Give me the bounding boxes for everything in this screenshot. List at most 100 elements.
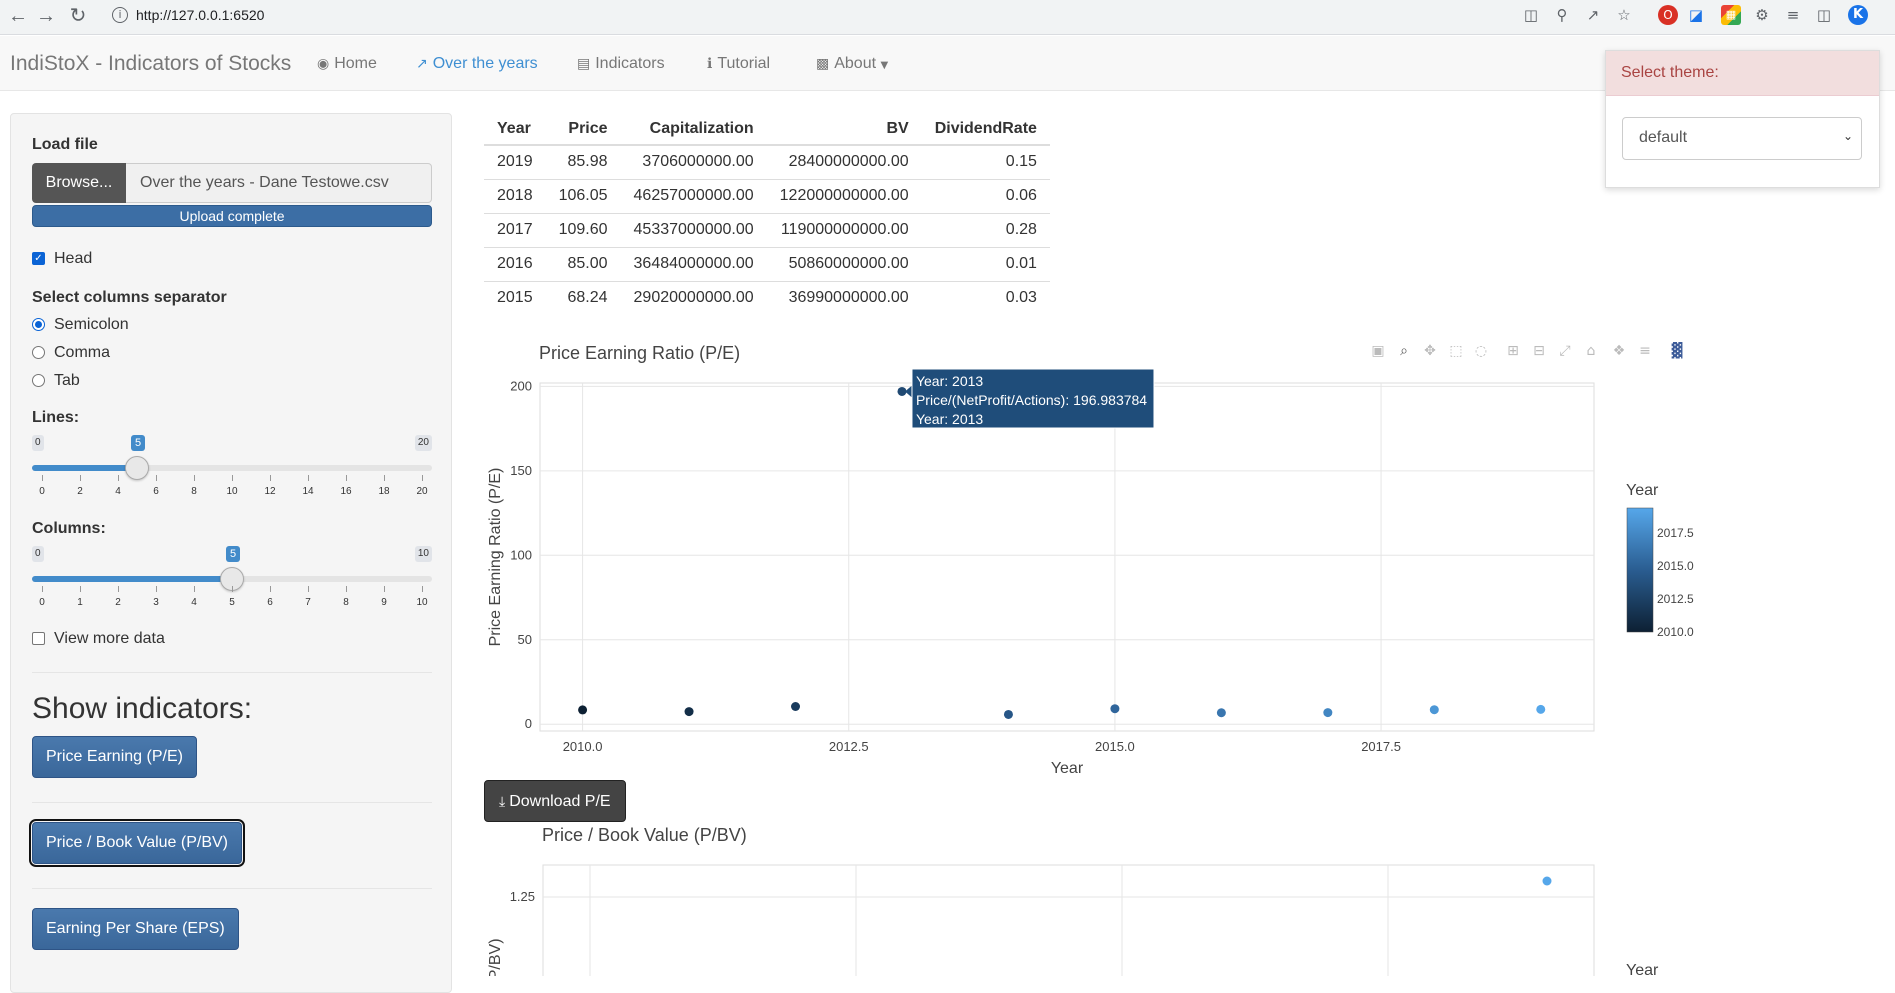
back-icon[interactable]: ←: [4, 2, 32, 30]
lines-slider-tick: [118, 475, 119, 481]
y-tick-label: 50: [518, 632, 532, 647]
theme-select-value: default: [1639, 129, 1688, 146]
price-earning-button[interactable]: Price Earning (P/E): [32, 736, 197, 778]
columns-slider-tick: [42, 586, 43, 592]
zoom-in-icon[interactable]: ⊞: [1503, 343, 1523, 359]
data-point: [1536, 704, 1546, 714]
table-cell: 68.24: [545, 280, 621, 315]
column-header[interactable]: Year: [484, 113, 546, 146]
column-header[interactable]: BV: [766, 113, 922, 146]
columns-slider[interactable]: 0 10 5 0 1 2 3 4 5 6 7 8 9 10: [32, 546, 432, 608]
nav-indicators[interactable]: ▤ Indicators: [577, 55, 665, 73]
column-header[interactable]: Capitalization: [620, 113, 767, 146]
head-checkbox[interactable]: ✓: [32, 252, 45, 265]
download-pe-button[interactable]: ⤓ Download P/E: [484, 780, 626, 822]
spike-lines-icon[interactable]: ❖: [1609, 343, 1629, 359]
nav-home[interactable]: ◉ Home: [317, 55, 377, 73]
columns-slider-max: 10: [414, 546, 432, 562]
autoscale-icon[interactable]: ⤢: [1555, 343, 1575, 359]
profile-avatar[interactable]: K: [1848, 5, 1868, 25]
nav-home-label: Home: [334, 55, 377, 72]
nav-over-the-years[interactable]: ↗ Over the years: [416, 55, 538, 73]
lines-slider-tick-label: 20: [416, 486, 428, 497]
lines-slider-value: 5: [131, 435, 146, 451]
app-brand[interactable]: IndiStoX - Indicators of Stocks: [10, 52, 291, 76]
earning-per-share-button[interactable]: Earning Per Share (EPS): [32, 908, 239, 950]
nav-tutorial[interactable]: ℹ Tutorial: [707, 55, 770, 73]
address-bar[interactable]: i http://127.0.0.1:6520: [100, 2, 1510, 30]
data-point: [1323, 708, 1333, 718]
translate-icon[interactable]: ◫: [1521, 5, 1541, 25]
caret-down-icon: ▼: [880, 60, 889, 71]
puzzle-extensions-icon[interactable]: ⚙: [1752, 5, 1772, 25]
head-label: Head: [54, 250, 93, 267]
columns-slider-tick: [270, 586, 271, 592]
lines-slider-tick-label: 2: [77, 486, 83, 497]
columns-slider-tick-label: 2: [115, 597, 121, 608]
table-cell: 2016: [484, 246, 546, 281]
columns-slider-tick-label: 3: [153, 597, 159, 608]
lines-slider-tick: [308, 475, 309, 481]
compare-hover-icon[interactable]: ≡: [1635, 343, 1655, 359]
lines-slider-tick: [80, 475, 81, 481]
lasso-icon[interactable]: ◌: [1471, 343, 1491, 359]
reset-axes-icon[interactable]: ⌂: [1581, 343, 1601, 359]
lines-slider-tick: [346, 475, 347, 481]
info-icon: ℹ: [707, 56, 713, 72]
hover-tooltip: [911, 368, 1155, 429]
tooltip-line: Year: 2013: [916, 373, 983, 389]
x-tick-label: 2012.5: [829, 739, 869, 754]
radio-comma[interactable]: [32, 346, 45, 359]
camera-icon[interactable]: ▣: [1368, 343, 1388, 359]
lines-slider-handle[interactable]: [125, 456, 149, 480]
share-icon[interactable]: ↗: [1583, 5, 1603, 25]
opera-extension-icon[interactable]: O: [1658, 5, 1678, 25]
site-info-icon[interactable]: i: [112, 7, 128, 23]
lines-slider-tick: [42, 475, 43, 481]
box-select-icon[interactable]: ⬚: [1446, 343, 1466, 359]
lines-slider-tick-label: 6: [153, 486, 159, 497]
radio-tab[interactable]: [32, 374, 45, 387]
id-card-icon: ▩: [816, 56, 830, 72]
translator-extension-icon[interactable]: ◪: [1686, 5, 1706, 25]
columns-slider-tick: [118, 586, 119, 592]
lines-slider[interactable]: 0 20 5 0 2 4 6 8 10 12 14 16 18 20: [32, 435, 432, 497]
column-header[interactable]: Price: [545, 113, 621, 146]
colorbar-tick-label: 2012.5: [1657, 592, 1694, 606]
side-panel-icon[interactable]: ◫: [1814, 5, 1834, 25]
lines-slider-tick-label: 10: [226, 486, 238, 497]
plotly-logo-icon[interactable]: ▓: [1667, 343, 1687, 359]
nav-about[interactable]: ▩ About ▼: [816, 55, 893, 73]
reload-icon[interactable]: ↻: [64, 2, 92, 30]
zoom-out-icon[interactable]: ⊟: [1529, 343, 1549, 359]
data-point: [791, 702, 801, 712]
browse-button[interactable]: Browse...: [32, 163, 126, 203]
table-cell: 0.28: [921, 212, 1050, 247]
bookmark-star-icon[interactable]: ☆: [1614, 5, 1634, 25]
radio-semicolon[interactable]: [32, 318, 45, 331]
column-header[interactable]: DividendRate: [921, 113, 1050, 146]
file-name-field[interactable]: Over the years - Dane Testowe.csv: [126, 163, 432, 203]
forward-icon[interactable]: →: [32, 2, 60, 30]
colorful-extension-icon[interactable]: ▦: [1721, 5, 1741, 25]
columns-slider-min: 0: [32, 546, 44, 562]
view-more-checkbox[interactable]: [32, 632, 45, 645]
zoom-icon[interactable]: ⌕: [1394, 343, 1414, 359]
columns-slider-tick: [232, 586, 233, 592]
theme-select[interactable]: default ⌄: [1622, 117, 1862, 160]
table-cell: 50860000000.00: [766, 246, 922, 281]
radio-semicolon-label: Semicolon: [54, 316, 129, 333]
reading-list-icon[interactable]: ≡: [1783, 5, 1803, 25]
table-cell: 106.05: [545, 178, 621, 213]
file-input: Browse... Over the years - Dane Testowe.…: [32, 163, 432, 203]
pe-chart-title: Price Earning Ratio (P/E): [539, 343, 741, 363]
table-cell: 2017: [484, 212, 546, 247]
pan-icon[interactable]: ✥: [1420, 343, 1440, 359]
table-row: 2018 106.05 46257000000.00 122000000000.00 0…: [484, 178, 1050, 213]
price-book-value-button[interactable]: Price / Book Value (P/BV): [29, 819, 245, 867]
zoom-icon[interactable]: ⚲: [1552, 5, 1572, 25]
table-row: 2016 85.00 36484000000.00 50860000000.00 0.0…: [484, 246, 1050, 281]
tooltip-line: Year: 2013: [916, 411, 983, 427]
columns-slider-tick-label: 1: [77, 597, 83, 608]
table-cell: 36990000000.00: [766, 280, 922, 315]
